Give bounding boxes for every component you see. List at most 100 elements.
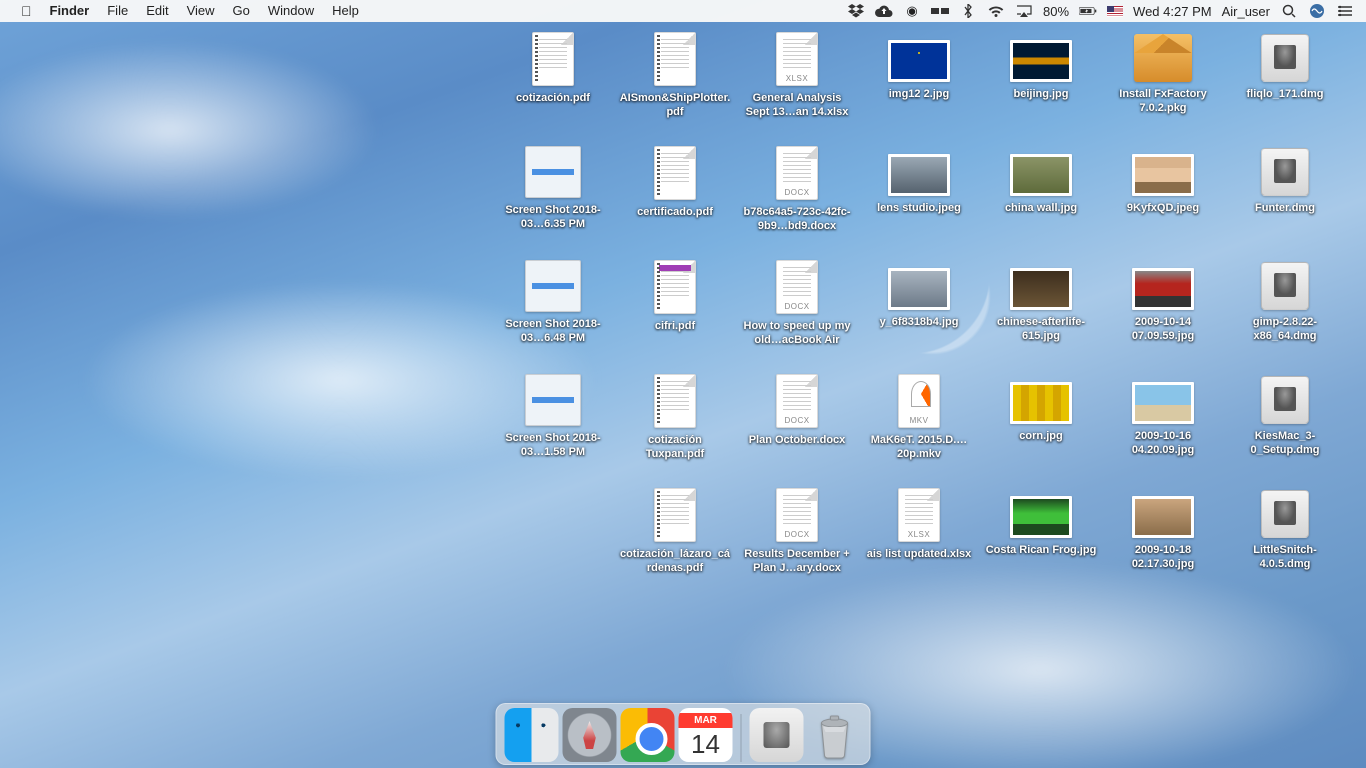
battery-icon[interactable] [1079,5,1097,17]
file-name: MaK6eT. 2015.D.…20p.mkv [859,434,979,462]
desktop-file[interactable]: china wall.jpg [980,144,1102,256]
dock: MAR 14 [496,703,871,765]
file-thumb-icon [1010,382,1072,424]
user-name[interactable]: Air_user [1222,4,1270,19]
file-thumb-icon [525,374,581,426]
file-thumb-icon [1134,34,1192,82]
file-name: y_6f8318b4.jpg [877,316,962,330]
file-thumb-icon: DOCX [776,260,818,314]
menu-view[interactable]: View [178,0,224,22]
file-name: certificado.pdf [634,206,716,220]
menu-edit[interactable]: Edit [137,0,177,22]
siri-icon[interactable] [1308,3,1326,19]
desktop-file[interactable]: AISmon&ShipPlotter.pdf [614,30,736,142]
menu-file[interactable]: File [98,0,137,22]
file-thumb-icon [525,146,581,198]
file-thumb-icon [1132,268,1194,310]
desktop-file[interactable]: cotización Tuxpan.pdf [614,372,736,484]
spotlight-icon[interactable] [1280,4,1298,18]
menu-bar-right: ◉ 80% Wed 4:27 PM Air_user [847,3,1366,19]
desktop-file[interactable]: Screen Shot 2018-03…6.35 PM [492,144,614,256]
desktop-file[interactable]: DOCXHow to speed up my old…acBook Air [736,258,858,370]
file-thumb-icon [1132,496,1194,538]
desktop[interactable]: cotización.pdfAISmon&ShipPlotter.pdfXLSX… [0,22,1366,768]
file-name: fliqlo_171.dmg [1243,88,1326,102]
battery-percent[interactable]: 80% [1043,4,1069,19]
file-name: cotización.pdf [513,92,593,106]
disk-icon[interactable] [931,6,949,16]
desktop-file[interactable]: Install FxFactory 7.0.2.pkg [1102,30,1224,142]
file-thumb-icon [1261,376,1309,424]
file-thumb-icon [654,374,696,428]
desktop-file[interactable]: LittleSnitch-4.0.5.dmg [1224,486,1346,598]
input-source-flag-icon[interactable] [1107,6,1123,17]
dock-launchpad-icon[interactable] [563,708,617,762]
desktop-file[interactable]: XLSXGeneral Analysis Sept 13…an 14.xlsx [736,30,858,142]
desktop-file[interactable]: corn.jpg [980,372,1102,484]
dropbox-icon[interactable] [847,4,865,18]
wifi-icon[interactable] [987,5,1005,17]
desktop-file[interactable]: 2009-10-16 04.20.09.jpg [1102,372,1224,484]
desktop-file[interactable]: gimp-2.8.22-x86_64.dmg [1224,258,1346,370]
dock-separator [741,714,742,762]
desktop-file[interactable]: Costa Rican Frog.jpg [980,486,1102,598]
desktop-file[interactable]: cotización_lázaro_cárdenas.pdf [614,486,736,598]
file-thumb-icon [1261,262,1309,310]
file-thumb-icon [888,154,950,196]
desktop-file[interactable]: fliqlo_171.dmg [1224,30,1346,142]
file-name: corn.jpg [1016,430,1065,444]
file-name: img12 2.jpg [886,88,953,102]
file-thumb-icon [1010,496,1072,538]
app-menu[interactable]: Finder [41,0,99,22]
menu-go[interactable]: Go [224,0,259,22]
record-icon[interactable]: ◉ [903,3,921,19]
desktop-file[interactable]: chinese-afterlife-615.jpg [980,258,1102,370]
desktop-file[interactable]: Funter.dmg [1224,144,1346,256]
desktop-file[interactable]: 9KyfxQD.jpeg [1102,144,1224,256]
file-name: 2009-10-14 07.09.59.jpg [1103,316,1223,344]
file-name: 9KyfxQD.jpeg [1124,202,1202,216]
desktop-file[interactable]: certificado.pdf [614,144,736,256]
apple-menu-icon[interactable]:  [12,0,41,22]
desktop-file[interactable]: img12 2.jpg [858,30,980,142]
file-name: cifri.pdf [652,320,698,334]
calendar-month: MAR [679,713,733,728]
menu-window[interactable]: Window [259,0,323,22]
file-thumb-icon [654,260,696,314]
file-name: gimp-2.8.22-x86_64.dmg [1225,316,1345,344]
desktop-file[interactable]: 2009-10-14 07.09.59.jpg [1102,258,1224,370]
file-name: Screen Shot 2018-03…6.35 PM [493,204,613,232]
airplay-icon[interactable] [1015,5,1033,17]
dock-finder-icon[interactable] [505,708,559,762]
file-name: KiesMac_3-0_Setup.dmg [1225,430,1345,458]
desktop-file[interactable]: 2009-10-18 02.17.30.jpg [1102,486,1224,598]
file-name: Install FxFactory 7.0.2.pkg [1103,88,1223,116]
desktop-file[interactable]: beijing.jpg [980,30,1102,142]
desktop-file[interactable]: DOCXResults December + Plan J…ary.docx [736,486,858,598]
dock-chrome-icon[interactable] [621,708,675,762]
menu-bar-left:  Finder File Edit View Go Window Help [0,0,368,22]
desktop-file[interactable]: lens studio.jpeg [858,144,980,256]
cloud-icon[interactable] [875,5,893,17]
desktop-file[interactable]: XLSXais list updated.xlsx [858,486,980,598]
desktop-file[interactable]: y_6f8318b4.jpg [858,258,980,370]
dock-calendar-icon[interactable]: MAR 14 [679,708,733,762]
desktop-file[interactable]: KiesMac_3-0_Setup.dmg [1224,372,1346,484]
bluetooth-icon[interactable] [959,4,977,18]
file-thumb-icon [654,32,696,86]
desktop-file[interactable]: Screen Shot 2018-03…6.48 PM [492,258,614,370]
desktop-file[interactable]: DOCXPlan October.docx [736,372,858,484]
file-name: Costa Rican Frog.jpg [983,544,1100,558]
desktop-file[interactable]: Screen Shot 2018-03…1.58 PM [492,372,614,484]
desktop-file[interactable]: cotización.pdf [492,30,614,142]
notification-center-icon[interactable] [1336,5,1354,17]
clock[interactable]: Wed 4:27 PM [1133,4,1212,19]
desktop-file[interactable]: MKVMaK6eT. 2015.D.…20p.mkv [858,372,980,484]
file-thumb-icon: DOCX [776,488,818,542]
dock-trash-icon[interactable] [808,708,862,762]
desktop-file[interactable]: DOCXb78c64a5-723c-42fc-9b9…bd9.docx [736,144,858,256]
desktop-file[interactable]: cifri.pdf [614,258,736,370]
menu-help[interactable]: Help [323,0,368,22]
file-name: Screen Shot 2018-03…1.58 PM [493,432,613,460]
dock-mounted-disk-icon[interactable] [750,708,804,762]
